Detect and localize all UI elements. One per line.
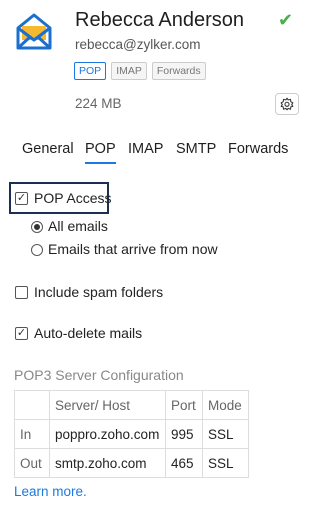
- tab-general[interactable]: General: [22, 141, 74, 157]
- table-cell: poppro.zoho.com: [49, 419, 166, 449]
- tab-forwards[interactable]: Forwards: [228, 141, 288, 157]
- tab-smtp[interactable]: SMTP: [176, 141, 216, 157]
- table-header-cell: Port: [165, 390, 203, 420]
- auto-delete-label: Auto-delete mails: [34, 325, 143, 341]
- account-header: Rebecca Anderson ✔ rebecca@zylker.com PO…: [0, 0, 309, 130]
- pop-access-label: POP Access: [34, 190, 112, 206]
- tab-pop[interactable]: POP: [85, 141, 116, 164]
- protocol-badges: POP IMAP Forwards: [74, 62, 206, 80]
- server-config-table: Server/ Host Port Mode In poppro.zoho.co…: [14, 390, 249, 478]
- tab-imap[interactable]: IMAP: [128, 141, 163, 157]
- badge-imap: IMAP: [111, 62, 147, 80]
- table-cell: In: [14, 419, 50, 449]
- storage-size: 224 MB: [75, 96, 122, 111]
- new-emails-radio[interactable]: [31, 244, 43, 256]
- table-cell: SSL: [202, 419, 249, 449]
- account-name: Rebecca Anderson: [75, 9, 245, 31]
- account-email: rebecca@zylker.com: [75, 37, 201, 52]
- table-row: Out smtp.zoho.com 465 SSL: [14, 448, 249, 478]
- table-row: In poppro.zoho.com 995 SSL: [14, 419, 249, 449]
- table-cell: 465: [165, 448, 203, 478]
- table-header-cell: [14, 390, 50, 420]
- table-header-cell: Server/ Host: [49, 390, 166, 420]
- auto-delete-checkbox[interactable]: ✓: [15, 327, 28, 340]
- table-cell: SSL: [202, 448, 249, 478]
- table-header-cell: Mode: [202, 390, 249, 420]
- table-header-row: Server/ Host Port Mode: [14, 390, 249, 420]
- new-emails-label: Emails that arrive from now: [48, 241, 218, 257]
- mail-envelope-icon: [16, 13, 52, 50]
- settings-tabs: General POP IMAP SMTP Forwards: [0, 136, 309, 166]
- badge-forwards: Forwards: [151, 62, 206, 80]
- checkmark-icon: ✔: [278, 10, 294, 30]
- badge-pop: POP: [74, 62, 107, 80]
- table-cell: 995: [165, 419, 203, 449]
- pop-access-checkbox[interactable]: ✓: [15, 192, 28, 205]
- table-cell: Out: [14, 448, 50, 478]
- include-spam-label: Include spam folders: [34, 284, 164, 300]
- gear-icon: [280, 97, 294, 111]
- all-emails-radio[interactable]: [31, 221, 43, 233]
- settings-button[interactable]: [275, 93, 299, 115]
- include-spam-checkbox[interactable]: [15, 286, 28, 299]
- server-config-title: POP3 Server Configuration: [14, 367, 184, 383]
- table-cell: smtp.zoho.com: [49, 448, 166, 478]
- learn-more-link[interactable]: Learn more.: [14, 484, 87, 499]
- all-emails-label: All emails: [48, 218, 108, 234]
